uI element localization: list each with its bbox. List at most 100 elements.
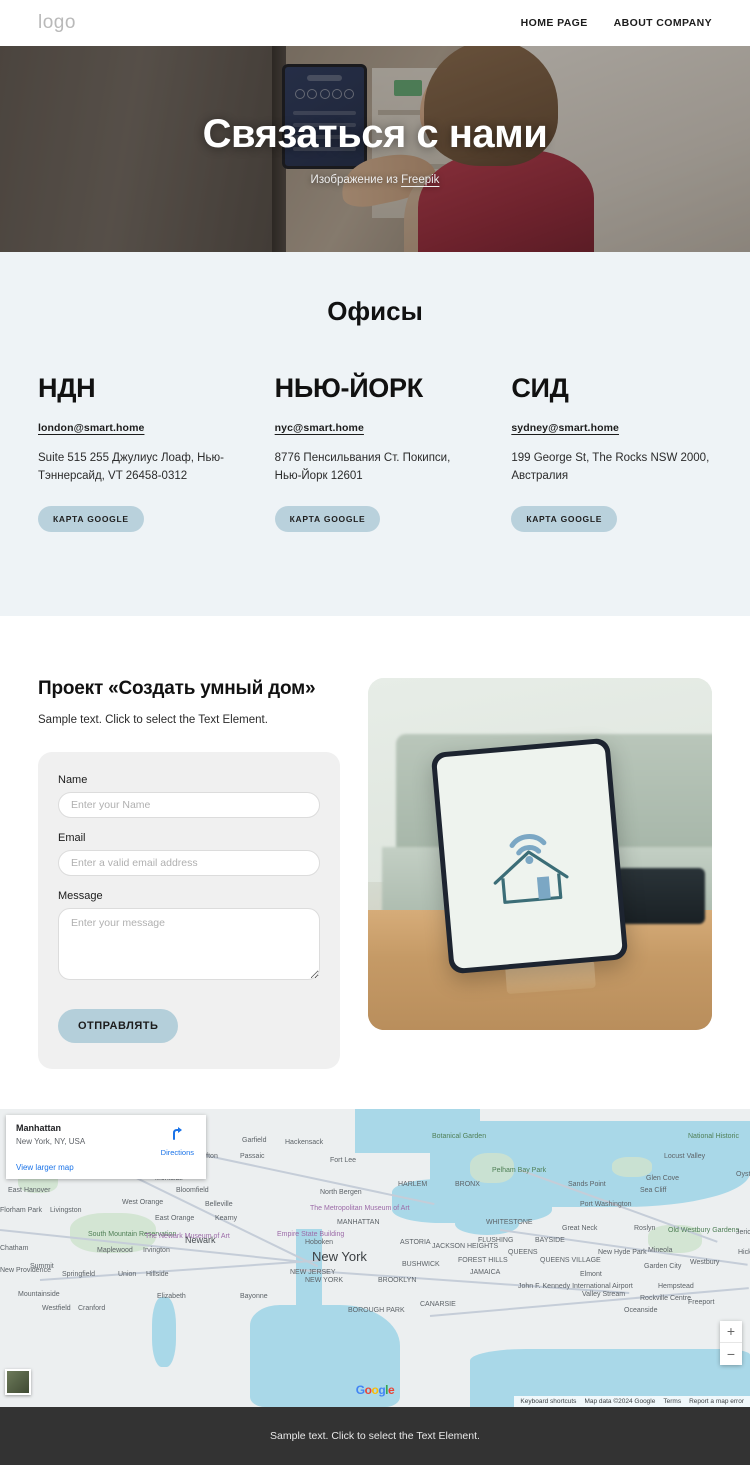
google-map-button[interactable]: КАРТА GOOGLE — [511, 505, 618, 532]
offices-title: Офисы — [327, 296, 423, 326]
email-input[interactable] — [58, 849, 320, 876]
map-label: JAMAICA — [470, 1268, 501, 1276]
terms-link[interactable]: Terms — [663, 1398, 681, 1405]
map-label: FLUSHING — [478, 1236, 514, 1244]
office-name: НЬЮ-ЙОРК — [274, 373, 424, 403]
map-label: Botanical Garden — [432, 1132, 487, 1140]
office-email-link[interactable]: london@smart.home — [38, 422, 144, 434]
map-label: Pelham Bay Park — [492, 1166, 547, 1174]
map-label: ASTORIA — [400, 1238, 431, 1246]
google-map-embed[interactable]: East HanoverMontclairBloomfieldWest Oran… — [0, 1108, 750, 1407]
view-larger-map-link[interactable]: View larger map — [16, 1163, 74, 1172]
office-address: Suite 515 255 Джулиус Лоаф, Нью-Тэннерса… — [38, 452, 224, 482]
map-label: Empire State Building — [277, 1230, 345, 1238]
message-field-group: Message — [58, 890, 320, 985]
map-attribution-bar: Keyboard shortcuts Map data ©2024 Google… — [514, 1395, 750, 1407]
map-label: East Hanover — [8, 1186, 51, 1194]
office-email-link[interactable]: sydney@smart.home — [511, 422, 619, 434]
zoom-out-button[interactable]: − — [720, 1342, 742, 1365]
map-label: Garfield — [242, 1136, 267, 1144]
map-label: Union — [118, 1270, 137, 1278]
site-logo[interactable]: logo — [38, 12, 76, 34]
map-label: New Providence — [0, 1266, 51, 1274]
map-label: Elmont — [580, 1270, 602, 1278]
map-label: NEW JERSEY — [290, 1268, 336, 1276]
offices-grid: НДН london@smart.home Suite 515 255 Джул… — [38, 373, 712, 532]
directions-label: Directions — [160, 1147, 194, 1157]
map-label: East Orange — [155, 1214, 195, 1222]
map-label: Garden City — [644, 1262, 682, 1270]
map-label: Great Neck — [562, 1224, 598, 1232]
map-label: New York — [312, 1248, 367, 1264]
footer-text: Sample text. Click to select the Text El… — [270, 1429, 480, 1442]
office-name: СИД — [511, 373, 569, 403]
map-label: BROOKLYN — [378, 1276, 417, 1284]
map-label: Hillside — [146, 1270, 169, 1278]
map-label: Newark — [185, 1234, 216, 1245]
map-label: Florham Park — [0, 1206, 43, 1214]
email-field-group: Email — [58, 832, 320, 876]
map-label: Belleville — [205, 1200, 233, 1208]
google-map-button[interactable]: КАРТА GOOGLE — [38, 505, 144, 532]
smart-home-wifi-icon — [494, 833, 570, 904]
report-map-error-link[interactable]: Report a map error — [689, 1398, 744, 1405]
map-label: National Historic — [688, 1132, 739, 1140]
name-input[interactable] — [58, 791, 320, 818]
map-zoom-controls[interactable]: + − — [720, 1320, 742, 1365]
map-label: Port Washington — [580, 1200, 632, 1208]
office-address: 199 George St, The Rocks NSW 2000, Австр… — [511, 452, 710, 482]
map-label: QUEENS — [508, 1248, 538, 1256]
nav-link-about-company[interactable]: ABOUT COMPANY — [614, 17, 712, 29]
map-label: Livingston — [50, 1206, 82, 1214]
map-label: BUSHWICK — [402, 1260, 440, 1268]
map-label: Sea Cliff — [640, 1186, 667, 1194]
offices-section: Офисы НДН london@smart.home Suite 515 25… — [0, 252, 750, 616]
hero-subtitle: Изображение из Freepik — [311, 174, 440, 186]
office-address: 8776 Пенсильвания Ст. Покипси, Нью-Йорк … — [274, 452, 451, 482]
submit-button[interactable]: ОТПРАВЛЯТЬ — [58, 1008, 179, 1043]
map-label: Cranford — [78, 1304, 106, 1312]
hero-title: Связаться с нами — [202, 112, 548, 156]
google-logo: Google — [355, 1382, 395, 1397]
directions-arrow-icon — [173, 1126, 183, 1140]
map-label: Maplewood — [97, 1246, 133, 1254]
map-label: BRONX — [455, 1180, 480, 1188]
hero-subtitle-link[interactable]: Freepik — [401, 174, 439, 186]
message-textarea[interactable] — [58, 907, 320, 980]
map-label: Chatham — [0, 1244, 29, 1252]
map-label: Oyster — [736, 1170, 750, 1178]
map-street-view-thumbnail[interactable] — [5, 1368, 31, 1395]
project-description: Sample text. Click to select the Text El… — [38, 713, 268, 726]
project-title: Проект «Создать умный дом» — [38, 677, 316, 699]
hero-subtitle-prefix: Изображение из — [310, 174, 402, 186]
map-label: FOREST HILLS — [458, 1256, 508, 1264]
map-label: Hackensack — [285, 1138, 324, 1146]
map-label: Mineola — [648, 1246, 673, 1254]
map-label: WHITESTONE — [486, 1218, 533, 1226]
map-label: Jericho — [736, 1228, 750, 1236]
map-label: Hoboken — [305, 1238, 334, 1246]
office-email-link[interactable]: nyc@smart.home — [275, 422, 364, 434]
map-data-credit: Map data ©2024 Google — [584, 1397, 656, 1405]
keyboard-shortcuts-link[interactable]: Keyboard shortcuts — [520, 1398, 576, 1405]
map-label: The Metropolitan Museum of Art — [310, 1204, 410, 1212]
map-info-card[interactable]: Manhattan New York, NY, USA View larger … — [6, 1114, 206, 1179]
map-label: Springfield — [62, 1270, 96, 1278]
map-label: Valley Stream — [582, 1290, 626, 1298]
map-label: JACKSON HEIGHTS — [432, 1242, 499, 1250]
directions-button[interactable]: Directions — [161, 1125, 194, 1157]
office-card-sydney: СИД sydney@smart.home 199 George St, The… — [511, 373, 712, 532]
zoom-in-button[interactable]: + — [720, 1320, 742, 1343]
office-name: НДН — [38, 373, 96, 403]
tablet-device — [430, 737, 629, 974]
google-map-button[interactable]: КАРТА GOOGLE — [274, 505, 381, 532]
map-label: Hempstead — [658, 1282, 694, 1290]
map-label: Fort Lee — [330, 1156, 357, 1164]
map-label: MANHATTAN — [337, 1218, 380, 1226]
map-label: Elizabeth — [157, 1292, 186, 1300]
map-label: Glen Cove — [646, 1174, 680, 1182]
nav-link-home-page[interactable]: HOME PAGE — [521, 17, 588, 29]
map-label: Passaic — [240, 1152, 265, 1160]
map-label: Freeport — [688, 1298, 715, 1306]
office-card-new-york: НЬЮ-ЙОРК nyc@smart.home 8776 Пенсильвани… — [274, 373, 476, 532]
